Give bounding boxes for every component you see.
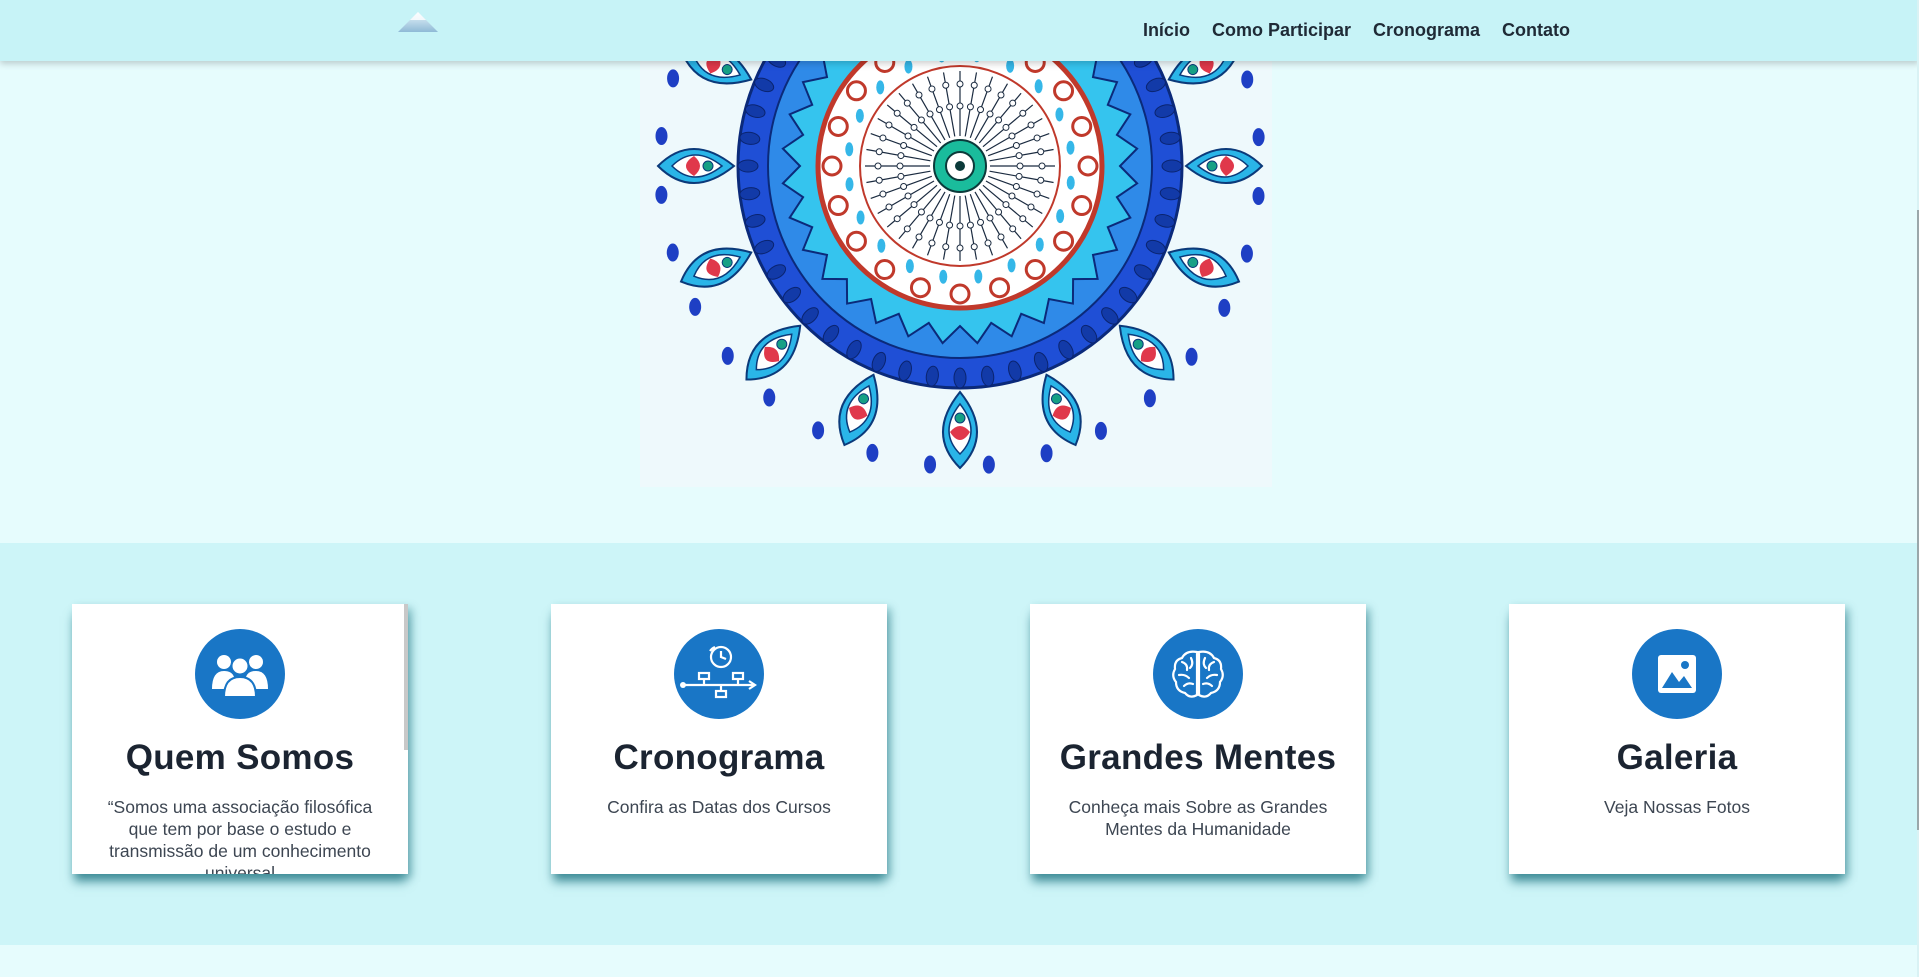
- hero-section: [0, 61, 1919, 543]
- card-title: Grandes Mentes: [1059, 738, 1337, 777]
- card-description: Conheça mais Sobre as Grandes Mentes da …: [1068, 797, 1328, 839]
- card-scrollbar[interactable]: [404, 604, 408, 750]
- mandala-image: [640, 61, 1272, 487]
- nav-link-contato[interactable]: Contato: [1502, 20, 1570, 41]
- timeline-clock-icon: [674, 629, 764, 719]
- features-section: Quem Somos “Somos uma associação filosóf…: [0, 543, 1919, 945]
- mountain-logo-icon[interactable]: [396, 10, 440, 36]
- card-title: Galeria: [1616, 738, 1738, 777]
- nav-menu: Início Como Participar Cronograma Contat…: [1143, 0, 1570, 61]
- card-description: Veja Nossas Fotos: [1604, 797, 1750, 817]
- card-cronograma[interactable]: Cronograma Confira as Datas dos Cursos: [551, 604, 887, 874]
- image-gallery-icon: [1632, 629, 1722, 719]
- card-galeria[interactable]: Galeria Veja Nossas Fotos: [1509, 604, 1845, 874]
- nav-link-cronograma[interactable]: Cronograma: [1373, 20, 1480, 41]
- nav-link-inicio[interactable]: Início: [1143, 20, 1190, 41]
- people-group-icon: [195, 629, 285, 719]
- card-title: Cronograma: [613, 738, 825, 777]
- footer-strip: [0, 945, 1919, 977]
- card-description: Confira as Datas dos Cursos: [607, 797, 831, 817]
- card-quem-somos[interactable]: Quem Somos “Somos uma associação filosóf…: [72, 604, 408, 874]
- card-description: “Somos uma associação filosófica que tem…: [107, 797, 373, 874]
- card-grandes-mentes[interactable]: Grandes Mentes Conheça mais Sobre as Gra…: [1030, 604, 1366, 874]
- card-title: Quem Somos: [125, 738, 355, 777]
- brain-icon: [1153, 629, 1243, 719]
- top-navbar: Início Como Participar Cronograma Contat…: [0, 0, 1919, 61]
- nav-link-como-participar[interactable]: Como Participar: [1212, 20, 1351, 41]
